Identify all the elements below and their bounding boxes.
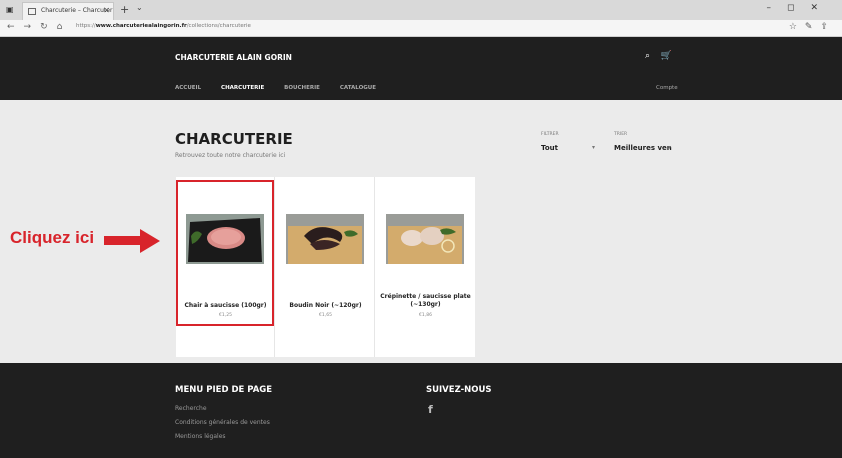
footer-link-recherche[interactable]: Recherche (175, 405, 207, 412)
product-price: €1,25 (219, 313, 232, 318)
callout-text: Cliquez ici (10, 228, 95, 247)
filter-chevron-icon[interactable]: ▾ (592, 144, 595, 151)
window-controls[interactable]: –◻✕ (766, 3, 834, 13)
product-image-boudin[interactable] (286, 214, 364, 264)
main-nav: ACCUEIL CHARCUTERIE BOUCHERIE CATALOGUE (175, 85, 394, 91)
filter-select[interactable]: Tout (541, 144, 558, 152)
page-subtitle: Retrouvez toute notre charcuterie ici (175, 152, 286, 159)
sort-chevron-icon[interactable]: ▾ (668, 144, 671, 151)
product-name[interactable]: Boudin Noir (~120gr) (278, 302, 373, 310)
navigation-icons[interactable]: ←→↻⌂ (7, 22, 71, 32)
product-name[interactable]: Chair à saucisse (100gr) (178, 302, 273, 310)
page-title: CHARCUTERIE (175, 130, 293, 148)
footer-menu-title: MENU PIED DE PAGE (175, 385, 273, 395)
product-name[interactable]: Crépinette / saucisse plate (~130gr) (378, 293, 473, 309)
site-footer: MENU PIED DE PAGE Recherche Conditions g… (0, 363, 842, 458)
nav-accueil[interactable]: ACCUEIL (175, 85, 201, 91)
sort-select[interactable]: Meilleures ven (614, 144, 672, 152)
filter-label: FILTRER (541, 132, 559, 137)
product-image-crepinette[interactable] (386, 214, 464, 264)
address-bar: ←→↻⌂ https://www.charcuteriealaingorin.f… (0, 20, 842, 37)
footer-follow-title: SUIVEZ-NOUS (426, 385, 492, 395)
browser-tab[interactable]: Charcuterie – Charcuter ✕ (22, 2, 114, 20)
product-grid: Chair à saucisse (100gr) €1,25 Boudin No… (176, 177, 475, 357)
site-logo[interactable]: CHARCUTERIE ALAIN GORIN (175, 53, 292, 62)
account-link[interactable]: Compte (656, 85, 678, 91)
nav-catalogue[interactable]: CATALOGUE (340, 85, 376, 91)
search-icon[interactable]: ⌕ (645, 51, 650, 61)
browser-tab-bar: ▣ Charcuterie – Charcuter ✕ + ⌄ –◻✕ (0, 0, 842, 20)
product-price: €1,86 (419, 313, 432, 318)
sort-label: TRIER (614, 132, 628, 137)
page-icon (28, 8, 36, 15)
close-icon[interactable]: ✕ (103, 3, 110, 19)
footer-link-cgv[interactable]: Conditions générales de ventes (175, 419, 270, 426)
nav-charcuterie[interactable]: CHARCUTERIE (221, 85, 264, 91)
arrow-head-icon (140, 229, 160, 253)
window-menu-icon[interactable]: ▣ (6, 5, 14, 14)
nav-boucherie[interactable]: BOUCHERIE (284, 85, 320, 91)
product-card[interactable]: Chair à saucisse (100gr) €1,25 (176, 177, 275, 357)
product-price: €1,65 (319, 313, 332, 318)
url-field[interactable]: https://www.charcuteriealaingorin.fr/col… (76, 23, 251, 29)
footer-link-mentions[interactable]: Mentions légales (175, 433, 226, 440)
product-card[interactable]: Boudin Noir (~120gr) €1,65 (276, 177, 375, 357)
arrow-right-icon (104, 236, 142, 245)
toolbar-icons[interactable]: ☆✎⇪ (789, 22, 836, 32)
cart-icon[interactable]: 🛒 (661, 51, 672, 61)
site-header: CHARCUTERIE ALAIN GORIN ⌕ 🛒 ACCUEIL CHAR… (0, 37, 842, 100)
product-image-chair[interactable] (186, 214, 264, 264)
product-card[interactable]: Crépinette / saucisse plate (~130gr) €1,… (376, 177, 475, 357)
header-icons: ⌕ 🛒 (645, 51, 672, 61)
chevron-down-icon[interactable]: ⌄ (136, 3, 143, 12)
new-tab-icon[interactable]: + (120, 3, 129, 16)
facebook-icon[interactable]: f (428, 403, 433, 416)
tab-title: Charcuterie – Charcuter (41, 7, 113, 14)
